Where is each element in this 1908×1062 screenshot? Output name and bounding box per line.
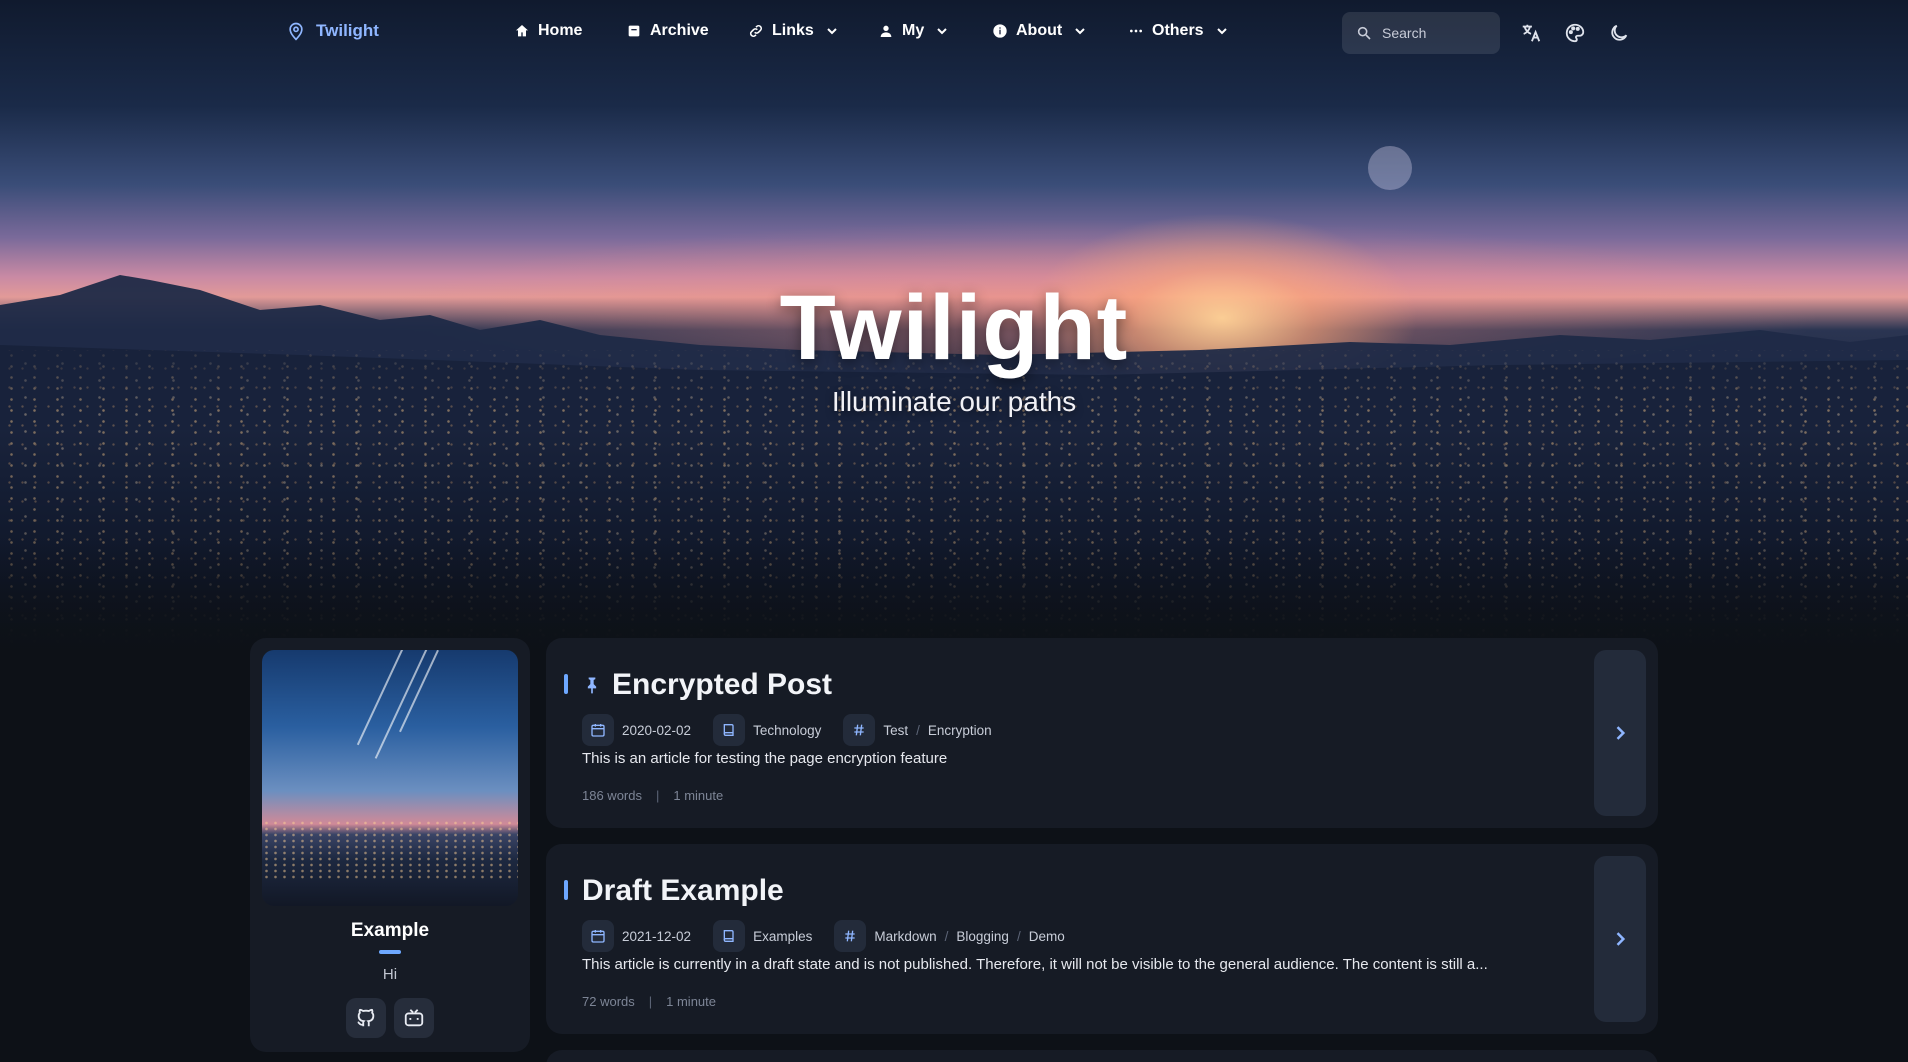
post-description: This article is currently in a draft sta… bbox=[582, 956, 1488, 973]
brand-link[interactable]: Twilight bbox=[286, 20, 379, 42]
post-tag[interactable]: Demo bbox=[1029, 929, 1065, 944]
post-tag[interactable]: Test bbox=[883, 723, 908, 738]
post-tag[interactable]: Markdown bbox=[874, 929, 936, 944]
nav-about-label: About bbox=[1016, 22, 1063, 39]
post-meta: 2021-12-02 Examples Markdown / Blogging … bbox=[582, 920, 1065, 952]
post-category[interactable]: Examples bbox=[753, 929, 812, 944]
more-icon bbox=[1130, 29, 1142, 33]
hashtag-icon bbox=[834, 920, 867, 952]
post-tag[interactable]: Blogging bbox=[956, 929, 1009, 944]
profile-photo bbox=[262, 650, 518, 906]
post-title[interactable]: Draft Example bbox=[582, 874, 784, 908]
profile-bio: Hi bbox=[382, 966, 398, 983]
nav-my-label: My bbox=[902, 22, 925, 39]
post-card[interactable]: Draft Example 2021-12-02 Examples Markdo… bbox=[546, 844, 1658, 1034]
nav-my[interactable]: My bbox=[878, 22, 950, 40]
search-input[interactable]: Search bbox=[1342, 12, 1500, 54]
hero-title: Twilight bbox=[779, 277, 1129, 379]
palette-button[interactable] bbox=[1564, 22, 1586, 44]
profile-name-underline bbox=[379, 950, 401, 954]
link-icon bbox=[749, 24, 763, 38]
archive-icon bbox=[628, 25, 640, 37]
profile-name: Example bbox=[350, 920, 430, 941]
chevron-down-icon bbox=[1216, 28, 1227, 35]
post-meta: 2020-02-02 Technology Test / Encryption bbox=[582, 714, 992, 746]
bilibili-link[interactable] bbox=[394, 998, 434, 1038]
brand-label: Twilight bbox=[316, 21, 379, 40]
translate-icon bbox=[1522, 24, 1541, 42]
bilibili-icon bbox=[404, 1009, 424, 1027]
post-word-count: 186 words bbox=[582, 788, 642, 803]
moon bbox=[1368, 146, 1412, 190]
pin-icon bbox=[587, 677, 597, 694]
github-link[interactable] bbox=[346, 998, 386, 1038]
chevron-down-icon bbox=[827, 28, 837, 35]
post-title[interactable]: Encrypted Post bbox=[612, 668, 832, 702]
post-tag[interactable]: Encryption bbox=[928, 723, 992, 738]
open-post-button[interactable] bbox=[1594, 856, 1646, 1022]
nav-home[interactable]: Home bbox=[514, 22, 582, 40]
post-category[interactable]: Technology bbox=[753, 723, 821, 738]
nav-links-label: Links bbox=[772, 22, 814, 39]
nav-archive[interactable]: Archive bbox=[626, 22, 709, 40]
nav-about[interactable]: About bbox=[992, 22, 1088, 40]
post-description: This is an article for testing the page … bbox=[582, 750, 948, 767]
post-read-time: 1 minute bbox=[666, 994, 717, 1009]
post-card bbox=[546, 1050, 1658, 1062]
user-icon bbox=[880, 25, 892, 37]
book-icon bbox=[713, 714, 746, 746]
post-read-time: 1 minute bbox=[673, 788, 724, 803]
nav-home-label: Home bbox=[538, 22, 583, 39]
search-icon bbox=[1357, 26, 1371, 40]
calendar-icon bbox=[582, 714, 614, 746]
post-date: 2021-12-02 bbox=[622, 928, 692, 944]
dark-mode-button[interactable] bbox=[1608, 22, 1630, 44]
github-icon bbox=[357, 1008, 375, 1027]
search-placeholder: Search bbox=[1382, 25, 1427, 41]
nav-archive-label: Archive bbox=[650, 22, 709, 39]
post-date: 2020-02-02 bbox=[622, 722, 692, 738]
hero-subtitle: Illuminate our paths bbox=[831, 386, 1077, 417]
dark-mode-icon bbox=[1611, 24, 1628, 41]
post-card[interactable]: Encrypted Post 2020-02-02 Technology Tes… bbox=[546, 638, 1658, 828]
nav-others[interactable]: Others bbox=[1128, 22, 1230, 40]
post-stats: 72 words | 1 minute bbox=[582, 994, 717, 1009]
profile-card: Example Hi bbox=[250, 638, 530, 1052]
translate-button[interactable] bbox=[1520, 22, 1542, 44]
palette-icon bbox=[1565, 23, 1585, 43]
post-stats: 186 words | 1 minute bbox=[582, 788, 724, 803]
chevron-right-icon bbox=[1616, 932, 1626, 946]
home-icon bbox=[516, 25, 528, 37]
hashtag-icon bbox=[843, 714, 876, 746]
chevron-right-icon bbox=[1616, 726, 1626, 740]
location-pin-icon bbox=[289, 22, 303, 41]
nav-links[interactable]: Links bbox=[748, 22, 840, 40]
chevron-down-icon bbox=[937, 28, 947, 35]
info-icon bbox=[993, 24, 1007, 38]
open-post-button[interactable] bbox=[1594, 650, 1646, 816]
navbar: Twilight Home Archive Links My About Oth… bbox=[0, 0, 1908, 68]
calendar-icon bbox=[582, 920, 614, 952]
book-icon bbox=[713, 920, 746, 952]
chevron-down-icon bbox=[1075, 28, 1085, 35]
nav-others-label: Others bbox=[1152, 22, 1204, 39]
post-word-count: 72 words bbox=[582, 994, 635, 1009]
